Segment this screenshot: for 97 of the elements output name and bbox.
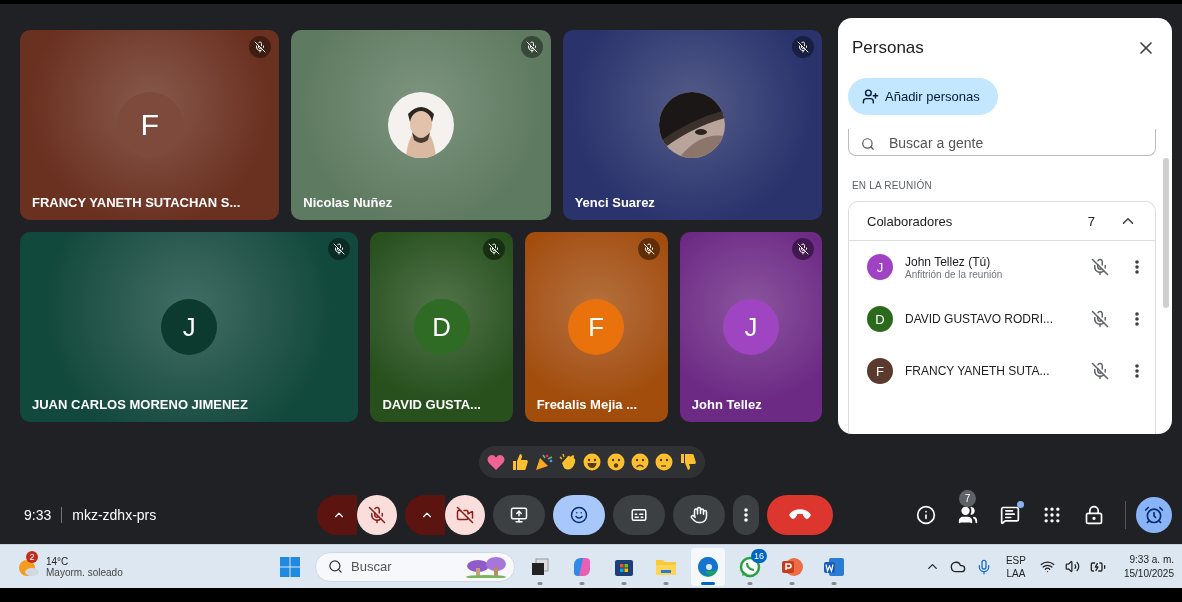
avatar: J xyxy=(867,254,893,280)
people-button[interactable] xyxy=(957,504,979,526)
raise-hand-button[interactable] xyxy=(673,495,725,535)
more-options-icon[interactable] xyxy=(1135,364,1139,378)
weather-condition: Mayorm. soleado xyxy=(46,566,123,578)
sad-face-icon xyxy=(630,453,649,471)
muted-microphone-icon[interactable] xyxy=(1091,362,1109,380)
search-placeholder: Buscar xyxy=(351,559,393,574)
muted-microphone-badge xyxy=(482,238,505,260)
search-placeholder: Buscar a gente xyxy=(889,135,984,151)
participant-name: John Tellez xyxy=(691,397,762,412)
meeting-code: mkz-zdhx-prs xyxy=(72,507,157,523)
notification-badge: 16 xyxy=(751,548,767,563)
search-icon xyxy=(861,137,875,151)
more-options-icon[interactable] xyxy=(1135,260,1139,274)
thumbs-up-icon xyxy=(510,453,529,471)
avatar: J xyxy=(161,299,218,355)
copilot-icon xyxy=(571,555,593,578)
screen-upload-icon xyxy=(510,506,528,524)
count-badge: 7 xyxy=(959,490,976,507)
participant-count: 7 xyxy=(1087,213,1095,229)
add-person-icon xyxy=(862,88,879,105)
muted-microphone-badge xyxy=(792,36,814,58)
participant-name: FRANCY YANETH SUTA... xyxy=(905,364,1051,378)
task-view-icon xyxy=(530,556,550,577)
temperature: 14°C xyxy=(46,555,70,567)
present-screen-button[interactable] xyxy=(493,495,545,535)
mushroom-illustration-icon xyxy=(464,555,508,578)
participant-name: JUAN CARLOS MORENO JIMENEZ xyxy=(32,397,248,412)
thumbs-down-icon xyxy=(678,453,697,471)
muted-microphone-badge xyxy=(520,36,543,58)
avatar: F xyxy=(568,299,625,355)
captions-button[interactable] xyxy=(613,495,665,535)
avatar: J xyxy=(722,299,779,355)
chat-button[interactable] xyxy=(999,504,1021,526)
microphone-button[interactable] xyxy=(357,495,397,535)
clapping-hands-icon xyxy=(558,453,577,471)
smiley-icon xyxy=(570,506,588,524)
avatar: F xyxy=(867,358,893,384)
info-icon xyxy=(916,505,936,525)
captions-icon xyxy=(630,506,648,524)
surprised-face-icon xyxy=(606,453,625,471)
camera-button[interactable] xyxy=(445,495,485,535)
people-icon xyxy=(958,505,978,525)
edge-icon xyxy=(697,555,719,578)
muted-microphone-icon xyxy=(368,506,386,524)
participant-name: Fredalis Mejia ... xyxy=(536,397,638,412)
participant-name: Yenci Suarez xyxy=(574,195,655,210)
wifi-icon xyxy=(1039,559,1055,574)
clock[interactable]: 9:33 a. m. 15/10/2025 xyxy=(1123,552,1174,581)
muted-microphone-badge xyxy=(637,238,660,260)
participant-name: FRANCY YANETH SUTACHAN S... xyxy=(32,195,241,210)
muted-microphone-badge xyxy=(249,36,272,58)
party-popper-icon xyxy=(534,453,553,471)
participant-name: DAVID GUSTA... xyxy=(382,397,481,412)
presentation-app-icon xyxy=(781,555,803,578)
grid-icon xyxy=(1042,505,1062,525)
more-options-button[interactable] xyxy=(733,495,759,535)
laughing-face-icon xyxy=(582,453,601,471)
hand-icon xyxy=(690,506,708,524)
meeting-time: 9:33 xyxy=(24,507,52,523)
volume-icon xyxy=(1064,559,1080,574)
panel-title: Personas xyxy=(852,38,924,58)
thinking-face-icon xyxy=(654,453,673,471)
reactions-button[interactable] xyxy=(553,495,605,535)
group-label: Colaboradores xyxy=(867,213,954,229)
muted-microphone-icon[interactable] xyxy=(1091,310,1109,328)
document-app-icon xyxy=(823,555,845,578)
participant-name: Nicolas Nuñez xyxy=(303,195,393,210)
chat-icon xyxy=(1000,505,1020,525)
muted-microphone-icon[interactable] xyxy=(1091,258,1109,276)
timer-button[interactable] xyxy=(1136,497,1172,533)
section-heading: EN LA REUNIÓN xyxy=(852,180,933,191)
input-language-button[interactable]: ESP LAA xyxy=(1005,553,1026,580)
search-icon xyxy=(328,559,343,574)
heart-icon xyxy=(486,453,505,471)
muted-microphone-badge xyxy=(328,238,351,260)
participant-role: Anfitrión de la reunión xyxy=(905,268,1004,280)
info-button[interactable] xyxy=(915,504,937,526)
camera-off-icon xyxy=(456,506,474,524)
taskbar-app[interactable]: 16 xyxy=(733,547,767,586)
taskbar-search-field[interactable]: Buscar xyxy=(315,551,515,582)
participant-name: DAVID GUSTAVO RODRI... xyxy=(905,312,1054,326)
more-options-icon[interactable] xyxy=(1135,312,1139,326)
search-field[interactable]: Buscar a gente xyxy=(848,129,1156,156)
avatar: D xyxy=(413,299,470,355)
avatar: D xyxy=(867,306,893,332)
lock-icon xyxy=(1084,505,1104,525)
muted-microphone-badge xyxy=(792,238,814,260)
host-controls-button[interactable] xyxy=(1083,504,1105,526)
notification-badge: 2 xyxy=(26,550,38,563)
windows-logo xyxy=(279,555,301,578)
more-options-icon xyxy=(744,508,748,522)
leave-call-button[interactable] xyxy=(767,495,833,535)
alarm-clock-icon xyxy=(1144,505,1164,525)
add-people-button[interactable]: Añadir personas xyxy=(848,78,998,115)
participant-name: John Tellez (Tú) xyxy=(905,254,992,269)
